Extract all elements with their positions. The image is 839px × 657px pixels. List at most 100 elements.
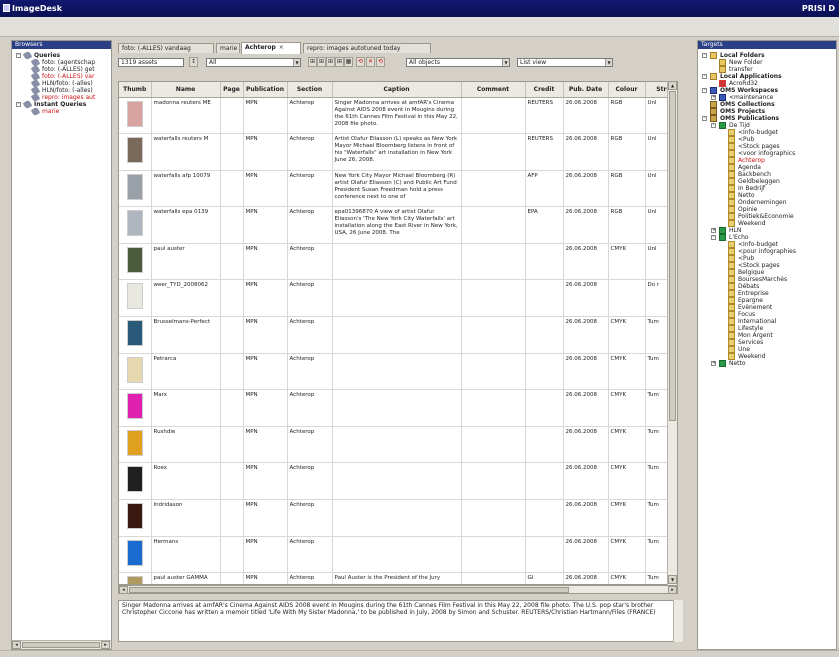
chevron-down-icon[interactable]: ▼ (605, 59, 612, 66)
tree-item[interactable]: - Instant Queries (12, 99, 111, 110)
tree-item[interactable]: Services (698, 339, 836, 346)
tab-3[interactable]: repro: images autotuned today (303, 43, 431, 53)
column-header[interactable]: Name (151, 82, 221, 98)
caption-preview[interactable]: Singer Madonna arrives at amfAR's Cinema… (118, 600, 683, 642)
tree-item[interactable]: Evènement (698, 304, 836, 311)
scroll-right-icon[interactable]: ▸ (668, 586, 677, 594)
collapse-icon[interactable]: - (16, 102, 21, 107)
tree-item[interactable]: HLN/foto: (-alles) (12, 85, 111, 96)
thumb-cell[interactable] (119, 536, 152, 574)
scroll-down-icon[interactable]: ▼ (668, 575, 677, 584)
asset-nav-icon[interactable]: ↕ (189, 57, 198, 67)
table-row[interactable]: Roex MPN Achterop 26.06.2008 CMYK Tum (119, 462, 677, 501)
thumbnail-image[interactable] (126, 539, 143, 566)
toolbar-button-icon[interactable]: ▦ (344, 57, 353, 67)
toolbar-button-icon[interactable]: ⊞ (326, 57, 335, 67)
thumbnail-image[interactable] (126, 393, 143, 420)
tree-item[interactable]: Backbench (698, 171, 836, 178)
grid-vscroll-thumb[interactable] (669, 91, 676, 421)
tree-item[interactable]: Belgique (698, 269, 836, 276)
column-header[interactable]: Colour (608, 82, 646, 98)
scroll-up-icon[interactable]: ▲ (668, 81, 677, 90)
tree-item[interactable]: Lifestyle (698, 325, 836, 332)
tree-item[interactable]: Débats (698, 283, 836, 290)
thumbnail-image[interactable] (126, 283, 143, 310)
toolbar-button-icon[interactable]: ⊞ (308, 57, 317, 67)
thumb-cell[interactable] (119, 353, 152, 391)
expand-icon[interactable]: + (711, 95, 716, 100)
toolbar-button-icon[interactable]: ✕ (366, 57, 375, 67)
table-row[interactable]: Hermans MPN Achterop 26.06.2008 CMYK Tum (119, 536, 677, 574)
table-row[interactable]: Indridason MPN Achterop 26.06.2008 CMYK Tum (119, 499, 677, 537)
thumb-cell[interactable] (119, 170, 152, 208)
thumbnail-image[interactable] (126, 137, 143, 164)
tree-item[interactable]: foto: (-ALLES) get (12, 64, 111, 75)
tab-2[interactable]: Achterop × (241, 42, 301, 54)
tree-item[interactable]: - De Tijd (698, 122, 836, 129)
toolbar-button-icon[interactable]: ⟲ (376, 57, 385, 67)
tree-item[interactable]: - Queries (12, 50, 111, 61)
toolbar-button-icon[interactable]: ⟲ (356, 57, 365, 67)
tab-0[interactable]: foto: (-ALLES) vandaag (118, 43, 214, 53)
tab-1[interactable]: marie (216, 43, 240, 53)
tree-item[interactable]: Opinie (698, 206, 836, 213)
tree-item[interactable]: AcroRd32 (698, 80, 836, 87)
scroll-left-icon[interactable]: ◂ (12, 641, 21, 649)
tree-item[interactable]: Weekend (698, 220, 836, 227)
table-row[interactable]: paul auster GAMMA MPN Achterop Paul Auster … (119, 572, 677, 584)
collapse-icon[interactable]: - (702, 74, 707, 79)
tree-item[interactable]: Agenda (698, 164, 836, 171)
tree-item[interactable]: + HLN (698, 227, 836, 234)
tree-item[interactable]: Entreprise (698, 290, 836, 297)
collapse-icon[interactable]: - (702, 116, 707, 121)
thumbnail-image[interactable] (126, 210, 143, 237)
scroll-left-icon[interactable]: ◂ (119, 586, 128, 594)
tree-item[interactable]: <voor infographics (698, 150, 836, 157)
column-header[interactable]: Caption (332, 82, 462, 98)
column-header[interactable]: Pub. Date (563, 82, 609, 98)
thumbnail-image[interactable] (126, 320, 143, 347)
close-icon[interactable]: × (279, 44, 284, 51)
collapse-icon[interactable]: - (16, 53, 21, 58)
table-row[interactable]: waterfalls epa 0139 MPN Achterop epa0139687… (119, 206, 677, 244)
thumb-cell[interactable] (119, 316, 152, 354)
chevron-down-icon[interactable]: ▼ (293, 59, 300, 66)
filter-combo[interactable]: All ▼ (206, 58, 301, 67)
column-header[interactable]: Comment (461, 82, 526, 98)
thumbnail-image[interactable] (126, 246, 143, 273)
thumbnail-image[interactable] (126, 466, 143, 493)
thumbnail-image[interactable] (126, 576, 143, 584)
table-row[interactable]: waterfalls afp 10079 MPN Achterop New York … (119, 170, 677, 208)
tree-item[interactable]: - Local Applications (698, 73, 836, 80)
tree-item[interactable]: + Netto (698, 360, 836, 367)
table-row[interactable]: weer_TYD_2008062 MPN Achterop 26.06.2008 Do … (119, 279, 677, 318)
tree-item[interactable]: Weekend (698, 353, 836, 360)
tree-item[interactable]: Mon Argent (698, 332, 836, 339)
thumb-cell[interactable] (119, 572, 152, 584)
tree-item[interactable]: - Local Folders (698, 52, 836, 59)
collapse-icon[interactable]: - (711, 123, 716, 128)
tree-item[interactable]: International (698, 318, 836, 325)
tree-item[interactable]: OMS Projects (698, 108, 836, 115)
thumb-cell[interactable] (119, 97, 152, 135)
toolbar-button-icon[interactable]: ⊞ (335, 57, 344, 67)
table-row[interactable]: Marx MPN Achterop 26.06.2008 CMYK Tum (119, 389, 677, 427)
thumbnail-image[interactable] (126, 356, 143, 383)
tree-item[interactable]: Netto (698, 192, 836, 199)
table-row[interactable]: Rushdie MPN Achterop 26.06.2008 CMYK Tum (119, 426, 677, 464)
grid-hscroll-thumb[interactable] (129, 587, 569, 593)
tree-item[interactable]: BoursesMarchés (698, 276, 836, 283)
tree-item[interactable]: <Pub (698, 255, 836, 262)
thumb-cell[interactable] (119, 279, 152, 318)
tree-item[interactable]: <Info-budget (698, 241, 836, 248)
thumb-cell[interactable] (119, 389, 152, 427)
asset-count-combo[interactable]: 1319 assets (118, 58, 184, 67)
tree-item[interactable]: <Stock pages (698, 143, 836, 150)
tree-item[interactable]: <pour infographies (698, 248, 836, 255)
tree-item[interactable]: + <maintenance (698, 94, 836, 101)
tree-item[interactable]: <Stock pages (698, 262, 836, 269)
table-row[interactable]: paul auster MPN Achterop 26.06.2008 CMYK Unl (119, 243, 677, 281)
browsers-hscroll[interactable]: ◂ ▸ (12, 640, 111, 649)
tree-item[interactable]: Geldbeleggen (698, 178, 836, 185)
thumb-cell[interactable] (119, 462, 152, 501)
